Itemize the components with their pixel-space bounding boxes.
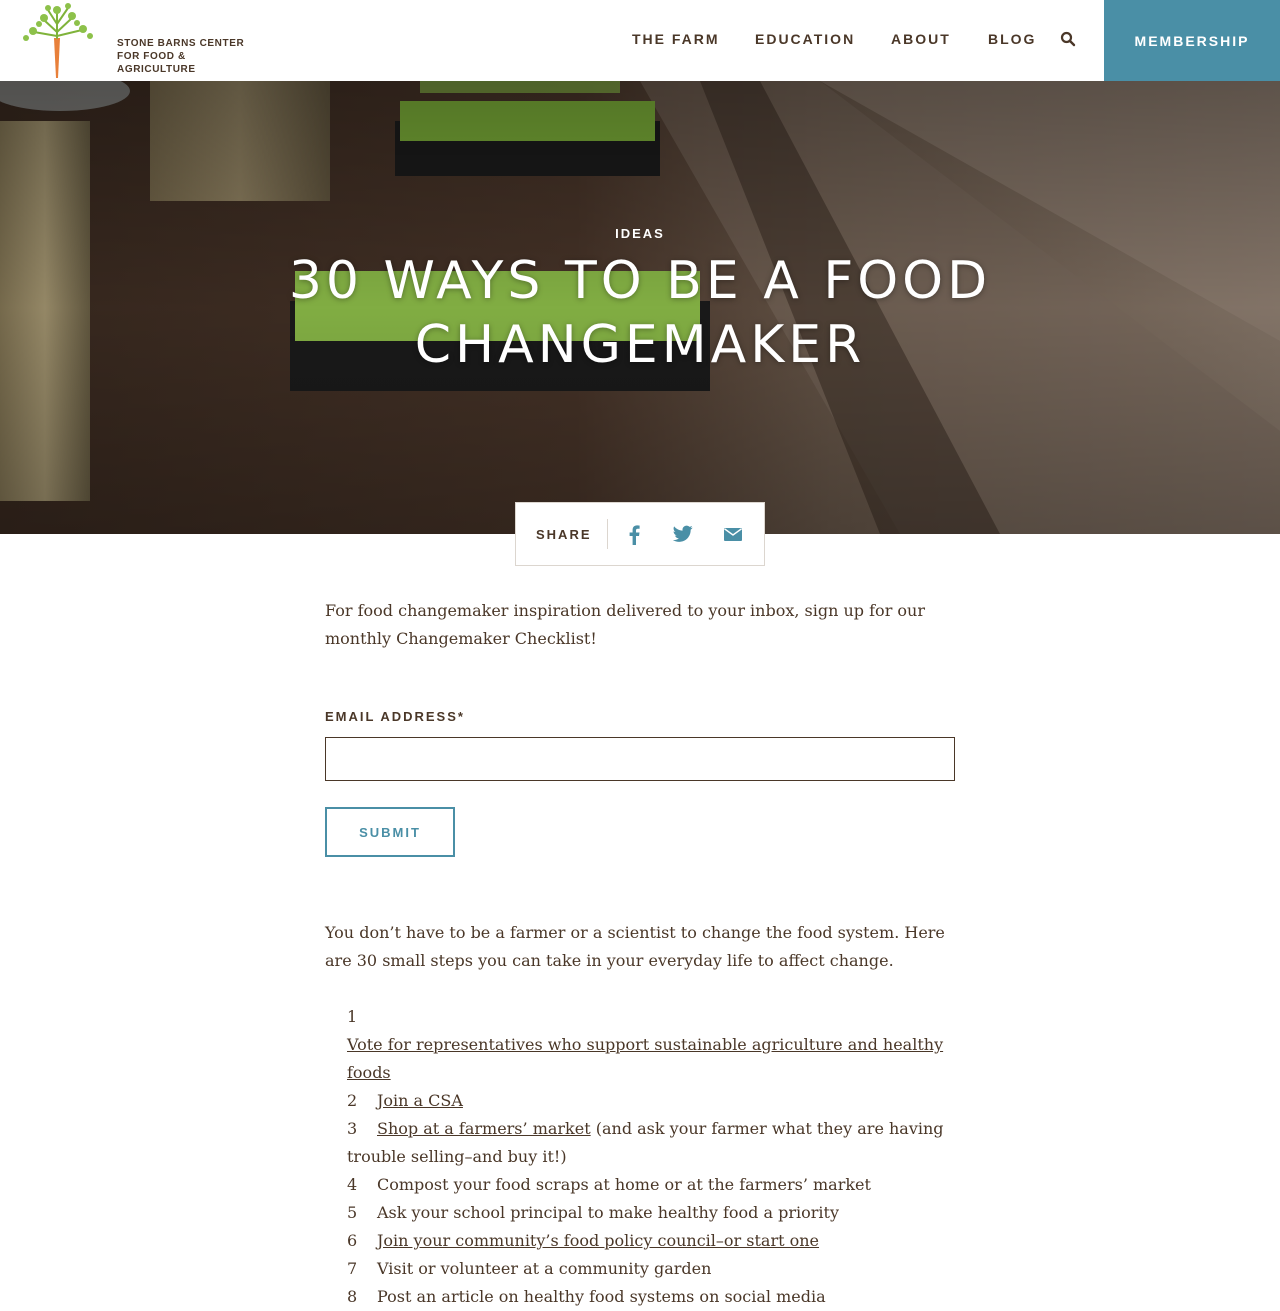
step-number: 1 <box>347 1007 358 1026</box>
logo-text: STONE BARNS CENTER FOR FOOD & AGRICULTUR… <box>117 37 260 76</box>
list-item: 1 Vote for representatives who support s… <box>347 1003 955 1087</box>
step-number: 8 <box>347 1287 358 1306</box>
site-logo[interactable]: STONE BARNS CENTER FOR FOOD & AGRICULTUR… <box>20 2 260 80</box>
step-number: 7 <box>347 1259 358 1278</box>
step-number: 4 <box>347 1175 358 1194</box>
nav-education[interactable]: EDUCATION <box>755 31 855 47</box>
step-text: Post an article on healthy food systems … <box>377 1287 826 1306</box>
nav-blog[interactable]: BLOG <box>988 31 1036 47</box>
search-icon[interactable] <box>1060 31 1076 47</box>
submit-button[interactable]: SUBMIT <box>325 807 455 857</box>
membership-button[interactable]: MEMBERSHIP <box>1104 0 1280 81</box>
nav-about[interactable]: ABOUT <box>891 31 951 47</box>
article-intro: You don’t have to be a farmer or a scien… <box>325 923 945 970</box>
step-link[interactable]: Vote for representatives who support sus… <box>347 1035 943 1082</box>
logo-line-1: STONE BARNS CENTER <box>117 38 245 49</box>
step-number: 2 <box>347 1091 358 1110</box>
logo-line-2: FOR FOOD & AGRICULTURE <box>117 51 196 75</box>
step-link[interactable]: Join your community’s food policy counci… <box>377 1231 819 1250</box>
email-label: EMAIL ADDRESS* <box>325 709 465 724</box>
email-icon[interactable] <box>724 528 742 546</box>
list-item: 5 Ask your school principal to make healt… <box>347 1199 955 1227</box>
step-link[interactable]: Shop at a farmers’ market <box>377 1119 591 1138</box>
steps-list: 1 Vote for representatives who support s… <box>347 1003 955 1311</box>
step-link[interactable]: Join a CSA <box>377 1091 463 1110</box>
step-number: 3 <box>347 1119 358 1138</box>
nav-the-farm[interactable]: THE FARM <box>632 31 720 47</box>
step-number: 5 <box>347 1203 358 1222</box>
list-item: 7 Visit or volunteer at a community garde… <box>347 1255 955 1283</box>
facebook-icon[interactable] <box>628 525 640 550</box>
hero-banner: IDEAS 30 WAYS TO BE A FOOD CHANGEMAKER <box>0 81 1280 534</box>
step-text: Compost your food scraps at home or at t… <box>377 1175 871 1194</box>
share-divider <box>607 519 608 549</box>
title-line-2: CHANGEMAKER <box>414 315 866 375</box>
step-text: Visit or volunteer at a community garden <box>377 1259 712 1278</box>
share-label: SHARE <box>536 527 592 542</box>
article-category[interactable]: IDEAS <box>0 226 1280 241</box>
list-item: 4 Compost your food scraps at home or at … <box>347 1171 955 1199</box>
share-box: SHARE <box>515 502 765 566</box>
page-title: 30 WAYS TO BE A FOOD CHANGEMAKER <box>240 249 1040 377</box>
step-number: 6 <box>347 1231 358 1250</box>
list-item: 6 Join your community’s food policy counc… <box>347 1227 955 1255</box>
email-field[interactable] <box>325 737 955 781</box>
list-item: 2 Join a CSA <box>347 1087 955 1115</box>
step-text: Ask your school principal to make health… <box>377 1203 839 1222</box>
title-line-1: 30 WAYS TO BE A FOOD <box>288 251 992 311</box>
signup-intro: For food changemaker inspiration deliver… <box>325 601 926 648</box>
twitter-icon[interactable] <box>672 525 693 548</box>
site-header: STONE BARNS CENTER FOR FOOD & AGRICULTUR… <box>0 0 1280 81</box>
list-item: 8 Post an article on healthy food systems… <box>347 1283 955 1311</box>
list-item: 3 Shop at a farmers’ market (and ask your… <box>347 1115 955 1171</box>
